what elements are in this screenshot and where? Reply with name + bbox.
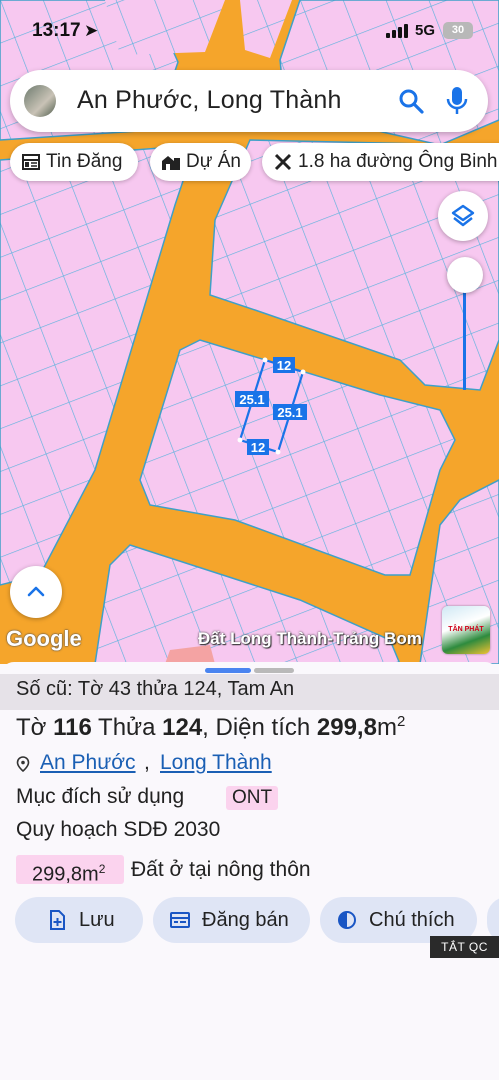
save-button[interactable]: Lưu (15, 897, 143, 943)
sheet-number: 116 (53, 714, 92, 741)
title-prefix: Tờ (16, 714, 54, 741)
layers-icon (451, 204, 475, 227)
plot-label-bottom: 12 (251, 440, 265, 455)
ward-link[interactable]: An Phước (40, 751, 136, 775)
mic-icon[interactable] (446, 86, 468, 116)
planning-area-exponent: 2 (98, 862, 106, 876)
promo-thumbnail[interactable]: TÂN PHÁT (442, 606, 490, 654)
district-link[interactable]: Long Thành (160, 751, 272, 775)
sheet-handle-secondary[interactable] (254, 668, 294, 673)
post-sale-button[interactable]: Đăng bán (153, 897, 310, 943)
planning-area-value: 299,8m (32, 863, 99, 886)
land-use-purpose-label: Mục đích sử dụng (16, 785, 185, 808)
add-document-icon (50, 910, 65, 930)
land-use-code-badge: ONT (226, 786, 279, 810)
save-label: Lưu (79, 909, 115, 931)
chip-area-listing[interactable]: 1.8 ha đường Ông Binh (262, 143, 499, 181)
chip-label: 1.8 ha đường Ông Binh (298, 151, 498, 172)
planning-label: Quy hoạch SDĐ 2030 (16, 818, 221, 841)
land-type-text: Đất ở tại nông thôn (131, 858, 311, 881)
post-sale-label: Đăng bán (202, 909, 289, 931)
old-parcel-text: Số cũ: Tờ 43 thửa 124, Tam An (16, 678, 295, 700)
title-mid: Thửa (91, 714, 163, 741)
chevron-up-icon (27, 586, 45, 597)
parcel-title: Tờ 116 Thửa 124, Diện tích 299,8m2 (16, 713, 405, 742)
buildings-icon (162, 156, 180, 170)
plot-label-right: 25.1 (277, 405, 302, 420)
map-watermark: Đất Long Thành-Trảng Bom (198, 629, 422, 648)
planning-area-badge: 299,8m2 (16, 855, 124, 886)
opacity-slider-track[interactable] (463, 280, 466, 390)
contrast-icon (338, 911, 356, 929)
chip-label: Dự Án (186, 151, 241, 172)
layers-button[interactable] (438, 191, 488, 241)
parcel-number: 124 (162, 714, 203, 741)
ruler-cross-icon (274, 153, 292, 171)
location-pin-icon (16, 756, 30, 772)
title-post: , Diện tích (202, 714, 317, 741)
plot-label-left: 25.1 (239, 392, 264, 407)
avatar[interactable] (24, 85, 56, 117)
opacity-slider-handle[interactable] (447, 257, 483, 293)
chip-label: Tin Đăng (46, 151, 123, 172)
chip-projects[interactable]: Dự Án (150, 143, 251, 181)
plot-label-top: 12 (277, 358, 291, 373)
status-bar: 13:17 ➤ 5G 30 (0, 18, 499, 48)
newspaper-icon (22, 154, 40, 170)
listing-icon (170, 912, 190, 928)
old-parcel-info: Số cũ: Tờ 43 thửa 124, Tam An (0, 674, 499, 710)
google-logo: Google (6, 626, 82, 651)
sheet-handle[interactable] (205, 668, 251, 673)
network-type: 5G (415, 22, 436, 39)
location-arrow-icon: ➤ (84, 21, 99, 40)
search-query[interactable]: An Phước, Long Thành (77, 86, 342, 115)
chip-listings[interactable]: Tin Đăng (10, 143, 138, 181)
expand-up-button[interactable] (10, 566, 62, 618)
search-icon[interactable] (398, 88, 424, 114)
area-value: 299,8 (316, 714, 377, 741)
app-screen: 12 12 25.1 25.1 13:17 ➤ 5G 30 An Phước, … (0, 0, 499, 1080)
search-bar[interactable]: An Phước, Long Thành (10, 70, 488, 132)
signal-icon (386, 24, 408, 38)
legend-label: Chú thích (369, 909, 455, 931)
battery-icon: 30 (443, 22, 473, 39)
clock: 13:17 (32, 20, 81, 41)
close-ads-button[interactable]: TẮT QC (430, 936, 499, 958)
area-unit-exponent: 2 (396, 713, 406, 730)
promo-thumbnail-text: TÂN PHÁT (448, 626, 484, 633)
area-unit: m (376, 714, 397, 741)
location-separator: , (144, 751, 150, 774)
